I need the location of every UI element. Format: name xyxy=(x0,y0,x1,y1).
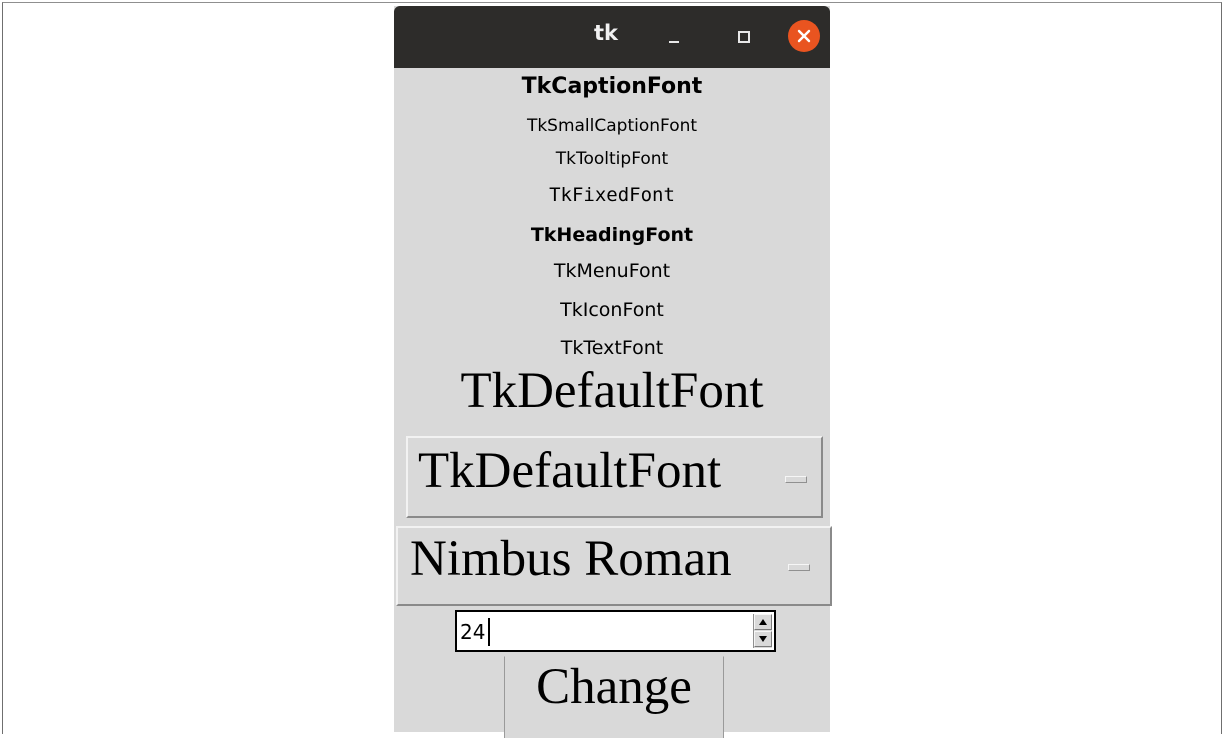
font-family-optionmenu[interactable]: Nimbus Roman xyxy=(396,526,832,606)
window-title: tk xyxy=(594,21,619,45)
spinbox-arrows xyxy=(753,614,772,648)
optionmenu-indicator-icon xyxy=(785,476,807,483)
text-cursor xyxy=(488,618,490,646)
font-size-spinbox[interactable]: 24 xyxy=(455,610,776,652)
minimize-icon xyxy=(669,41,679,43)
label-heading-font: TkHeadingFont xyxy=(530,224,694,246)
tk-window: tk TkCaptionFont TkSmallCaptionFont TkTo… xyxy=(394,6,832,738)
font-name-selected: TkDefaultFont xyxy=(418,443,722,499)
minimize-button[interactable] xyxy=(658,20,690,52)
label-default-font: TkDefaultFont xyxy=(460,363,764,419)
font-size-value: 24 xyxy=(460,620,486,644)
label-text-font: TkTextFont xyxy=(560,337,664,359)
spin-down-button[interactable] xyxy=(754,631,772,647)
label-tooltip-font: TkTooltipFont xyxy=(555,149,669,169)
spin-up-button[interactable] xyxy=(754,614,772,630)
arrow-down-icon xyxy=(759,636,767,642)
font-name-optionmenu[interactable]: TkDefaultFont xyxy=(406,436,823,518)
label-small-caption-font: TkSmallCaptionFont xyxy=(526,116,698,136)
arrow-up-icon xyxy=(759,619,767,625)
label-icon-font: TkIconFont xyxy=(560,299,664,321)
close-button[interactable] xyxy=(788,20,820,52)
label-fixed-font: TkFixedFont xyxy=(549,184,675,206)
label-caption-font: TkCaptionFont xyxy=(521,74,703,99)
change-button[interactable]: Change xyxy=(504,656,724,738)
maximize-icon xyxy=(738,31,750,43)
optionmenu-indicator-icon xyxy=(788,564,810,571)
close-icon xyxy=(797,29,811,43)
label-menu-font: TkMenuFont xyxy=(553,260,671,282)
maximize-button[interactable] xyxy=(727,20,759,52)
font-family-selected: Nimbus Roman xyxy=(410,531,732,587)
title-bar[interactable]: tk xyxy=(394,6,830,68)
